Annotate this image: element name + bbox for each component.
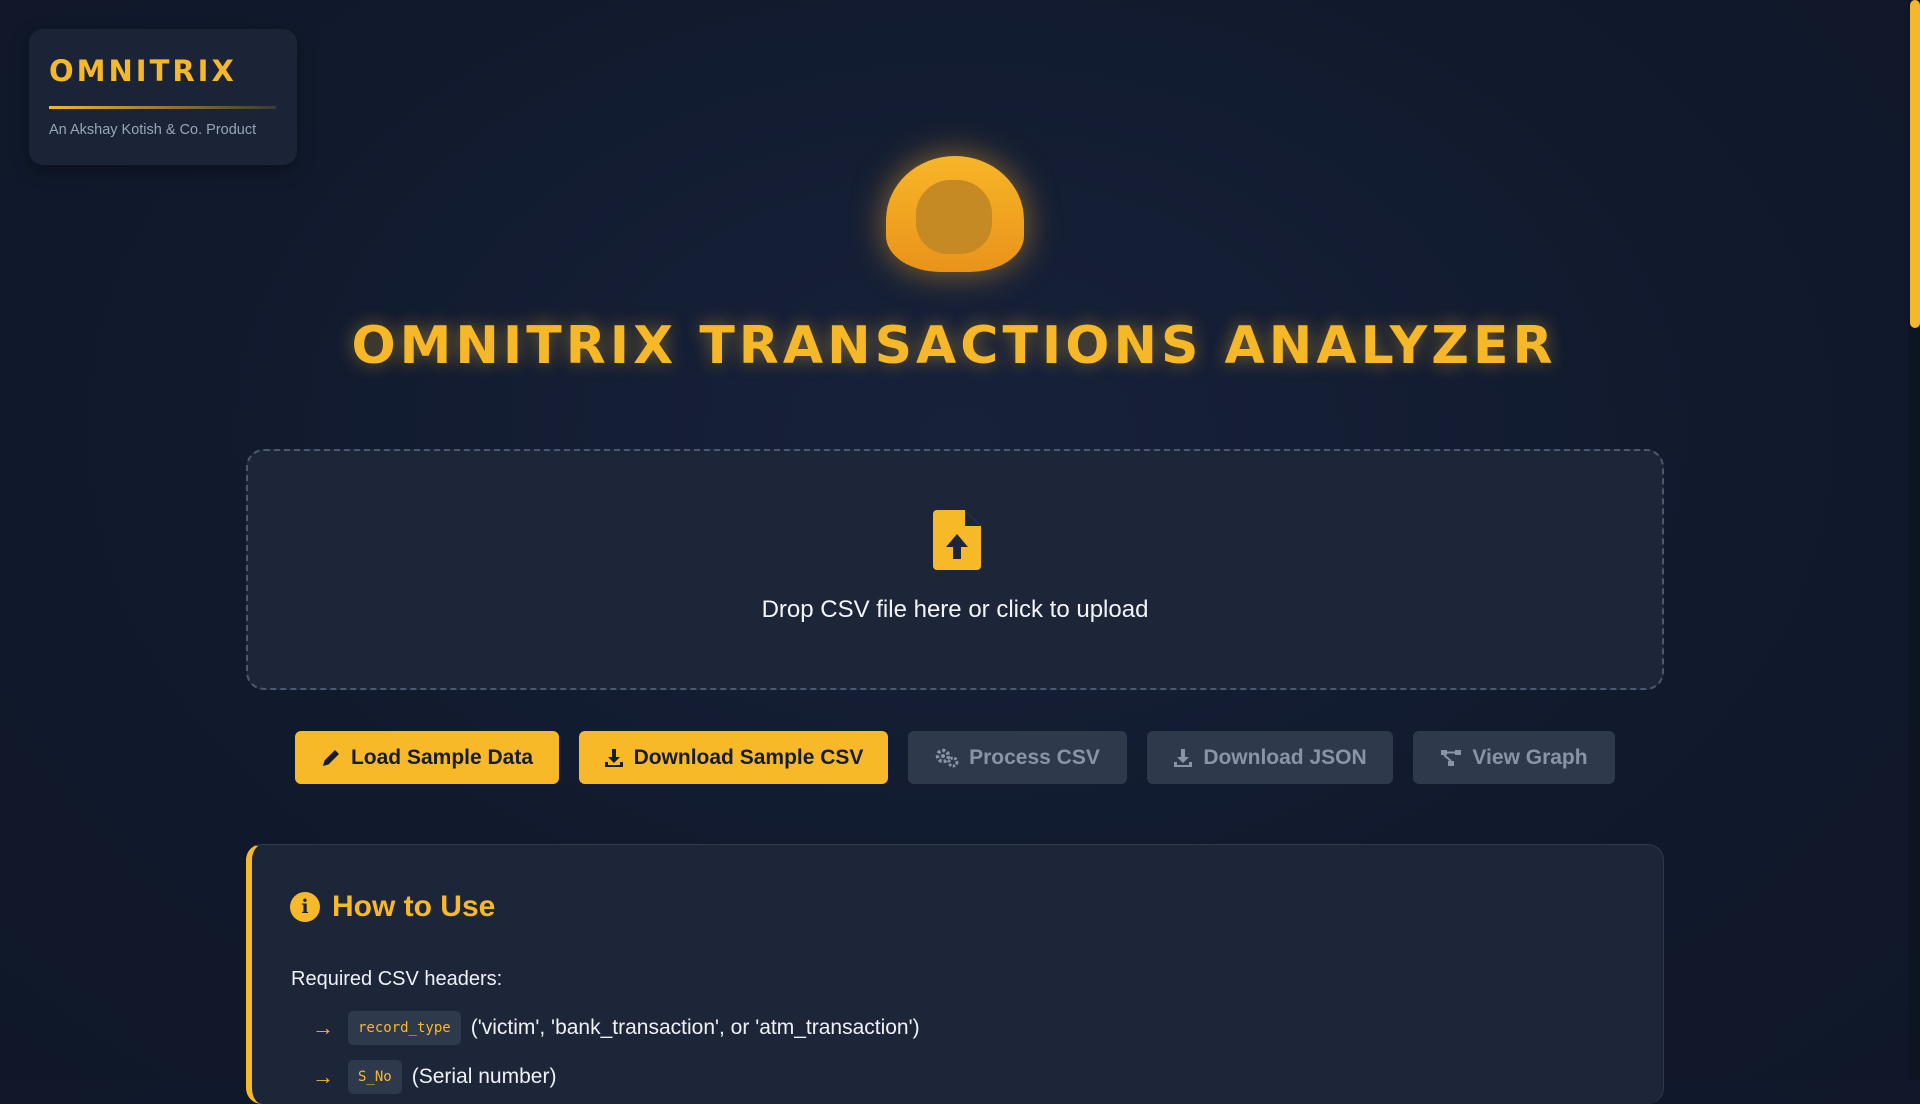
brand-card: OMNITRIX An Akshay Kotish & Co. Product: [29, 29, 297, 165]
view-graph-label: View Graph: [1472, 745, 1588, 769]
header-code: S_No: [348, 1060, 402, 1094]
download-sample-csv-label: Download Sample CSV: [633, 745, 864, 769]
list-item: → record_type ('victim', 'bank_transacti…: [312, 1011, 920, 1045]
graph-icon: [1441, 749, 1462, 766]
process-csv-label: Process CSV: [969, 745, 1100, 769]
how-to-use-panel: i How to Use Required CSV headers: → rec…: [246, 844, 1664, 1104]
logo-core: [916, 180, 992, 254]
gears-icon: [935, 748, 959, 767]
header-code: record_type: [348, 1011, 461, 1045]
header-description: (Serial number): [411, 1065, 557, 1088]
how-to-use-heading: How to Use: [332, 890, 496, 923]
brand-divider: [49, 106, 276, 109]
download-icon: [1174, 748, 1193, 767]
page-title: OMNITRIX TRANSACTIONS ANALYZER: [351, 316, 1557, 376]
load-sample-data-button[interactable]: Load Sample Data: [295, 731, 559, 784]
scrollbar-thumb[interactable]: [1910, 0, 1920, 328]
how-to-use-title: i How to Use: [290, 890, 495, 924]
info-icon: i: [290, 892, 320, 922]
brand-title: OMNITRIX: [49, 54, 237, 88]
scrollbar-track[interactable]: [1908, 0, 1920, 1080]
download-icon: [604, 748, 623, 767]
header-description: ('victim', 'bank_transaction', or 'atm_t…: [470, 1016, 920, 1039]
download-json-label: Download JSON: [1203, 745, 1367, 769]
download-json-button[interactable]: Download JSON: [1147, 731, 1393, 784]
pen-icon: [322, 749, 339, 766]
list-item: → S_No (Serial number): [312, 1060, 556, 1094]
required-headers-label: Required CSV headers:: [291, 968, 503, 990]
csv-dropzone[interactable]: Drop CSV file here or click to upload: [246, 449, 1664, 690]
load-sample-data-label: Load Sample Data: [350, 745, 534, 769]
brand-subtitle: An Akshay Kotish & Co. Product: [49, 122, 257, 138]
process-csv-button[interactable]: Process CSV: [908, 731, 1127, 784]
dropzone-label: Drop CSV file here or click to upload: [761, 596, 1149, 623]
download-sample-csv-button[interactable]: Download Sample CSV: [579, 731, 888, 784]
omnitrix-logo-icon: [886, 156, 1024, 272]
arrow-right-icon: →: [312, 1064, 334, 1089]
view-graph-button[interactable]: View Graph: [1413, 731, 1615, 784]
file-upload-icon: [933, 510, 981, 570]
arrow-right-icon: →: [312, 1015, 334, 1040]
